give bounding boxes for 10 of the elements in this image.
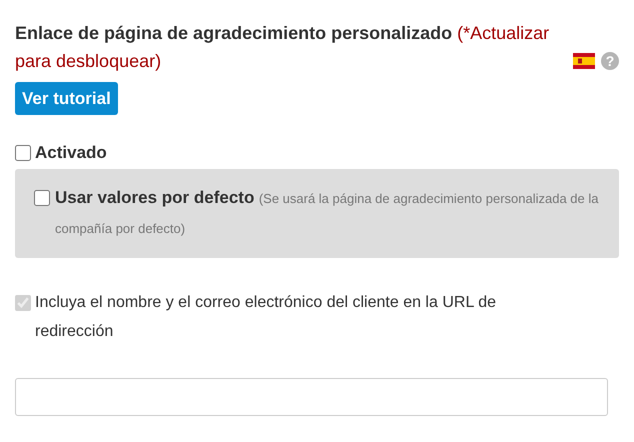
help-icon[interactable]: ? — [601, 52, 619, 70]
section-title: Enlace de página de agradecimiento personalizado (*Actualizar para desbloquear) — [15, 22, 550, 73]
flag-icon — [573, 53, 595, 69]
checkbox-label: Usar valores por defecto (Se usará la página de agradecimiento personalizada de la compañía por defecto) — [55, 187, 600, 238]
tutorial-button[interactable]: Ver tutorial — [15, 82, 118, 115]
checkbox[interactable] — [15, 145, 31, 161]
checkbox-label: Activado — [35, 143, 107, 163]
checkbox[interactable] — [34, 190, 50, 206]
url-field[interactable] — [15, 378, 608, 416]
checkbox-label: Incluya el nombre y el correo electrónico del cliente en la URL de redirección — [35, 293, 497, 342]
